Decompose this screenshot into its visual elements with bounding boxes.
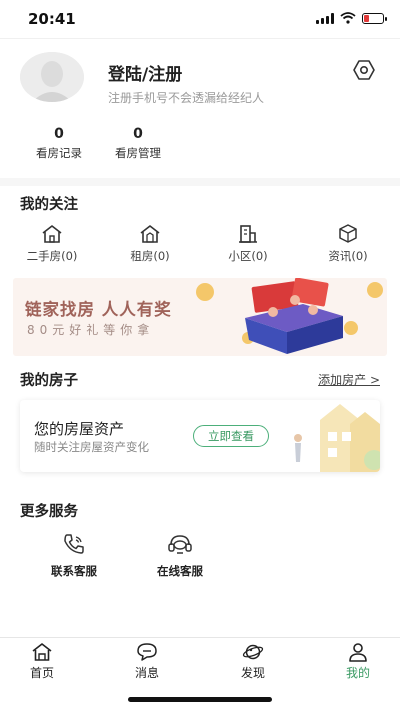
status-time: 20:41 [28,10,76,28]
house-card-subtitle: 随时关注房屋资产变化 [34,440,149,454]
person-icon [349,643,367,662]
contact-service-button[interactable]: 联系客服 [34,533,114,579]
service-label: 联系客服 [51,564,97,578]
follow-item-label: 租房(0) [130,249,170,263]
follow-item-community[interactable]: 小区(0) [208,224,288,264]
follow-section-title: 我的关注 [20,197,78,213]
avatar[interactable] [20,52,84,102]
section-separator [0,178,400,186]
tab-label: 我的 [345,666,370,680]
banner-title: 链家找房 人人有奖 [25,300,172,319]
follow-item-label: 二手房(0) [26,249,78,263]
home-indicator [128,697,272,702]
avatar-placeholder-icon [20,52,84,102]
online-service-button[interactable]: 在线客服 [140,533,220,579]
stat-viewing-management[interactable]: 0 看房管理 [103,126,173,161]
banner-subtitle: 80元好礼等你拿 [27,323,155,337]
follow-item-news[interactable]: 资讯(0) [308,224,388,264]
tab-label: 首页 [29,666,54,680]
house-icon [42,225,62,243]
cube-icon [339,224,357,243]
stat-viewing-records[interactable]: 0 看房记录 [24,126,94,161]
message-icon [137,643,157,661]
house-illustration [294,404,380,472]
login-subtitle: 注册手机号不会透漏给经纪人 [108,91,265,105]
my-house-section-title: 我的房子 [20,373,78,389]
stat-label: 看房管理 [115,146,161,160]
tab-mine[interactable]: 我的 [328,642,388,681]
tab-discover[interactable]: 发现 [223,642,283,681]
services-section-title: 更多服务 [20,504,78,520]
follow-item-second-hand[interactable]: 二手房(0) [12,224,92,264]
follow-item-label: 小区(0) [228,249,268,263]
phone-icon [64,534,84,554]
stat-value: 0 [133,126,143,142]
add-property-link[interactable]: 添加房产 > [318,371,380,388]
tab-label: 消息 [134,666,159,680]
follow-item-rental[interactable]: 租房(0) [110,224,190,264]
building-icon [239,225,257,243]
rental-house-icon [140,225,160,243]
planet-icon [242,644,264,660]
cellular-signal-icon [316,12,334,24]
login-register-link[interactable]: 登陆/注册 [108,60,182,85]
tabbar-divider [0,637,400,638]
header-divider [0,38,400,39]
tab-messages[interactable]: 消息 [117,642,177,681]
home-icon [32,643,52,661]
wifi-icon [340,12,356,24]
status-icons [316,12,387,24]
tab-label: 发现 [240,666,265,680]
house-card-title: 您的房屋资产 [34,420,125,438]
stat-value: 0 [54,126,64,142]
service-label: 在线客服 [157,564,203,578]
headset-icon [168,535,192,554]
stat-label: 看房记录 [36,146,82,160]
tab-home[interactable]: 首页 [12,642,72,681]
battery-icon [362,12,387,24]
settings-icon[interactable] [352,58,376,82]
follow-item-label: 资讯(0) [328,249,368,263]
view-now-button[interactable]: 立即查看 [193,425,269,447]
